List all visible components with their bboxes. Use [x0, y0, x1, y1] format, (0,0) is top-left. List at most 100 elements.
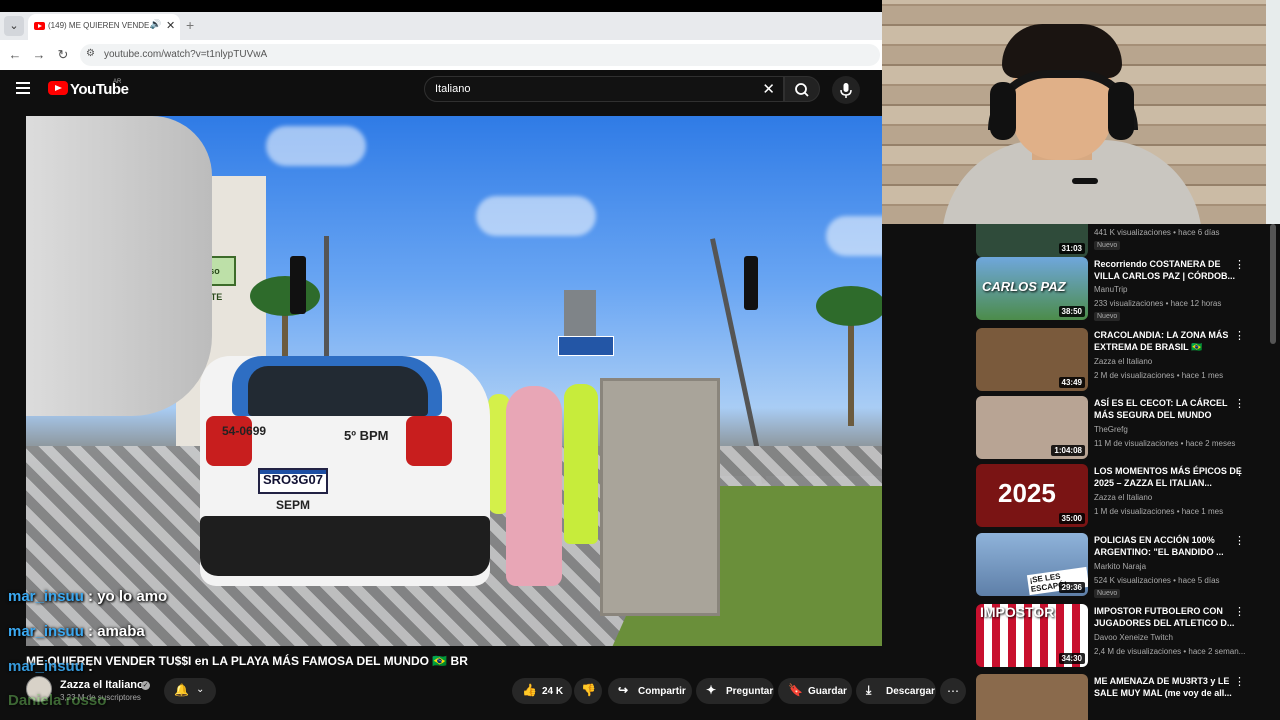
microphone-icon: [840, 83, 852, 98]
chat-message: Daniela rosso: [8, 692, 106, 709]
chat-username: mar_insuu: [8, 623, 84, 640]
clear-search-icon[interactable]: ✕: [762, 80, 775, 98]
url-text[interactable]: youtube.com/watch?v=t1nlypTUVwA: [104, 49, 267, 60]
kebab-menu-icon[interactable]: ⋮: [1234, 605, 1245, 618]
chat-text: :: [88, 658, 94, 675]
chat-message: mar_insuu :: [8, 658, 93, 675]
thumbnail-text: CARLOS PAZ: [982, 279, 1066, 294]
reload-icon[interactable]: ↻: [54, 46, 72, 64]
thumbnail-text: IMPOSTOR: [980, 604, 1055, 620]
site-info-icon[interactable]: ⚙: [86, 48, 95, 59]
sparkle-icon: ✦: [706, 683, 717, 697]
license-plate: SRO3G07: [258, 468, 328, 494]
hamburger-menu-icon[interactable]: [16, 82, 30, 94]
dislike-button[interactable]: 👎: [574, 678, 602, 704]
video-title[interactable]: CRACOLANDIA: LA ZONA MÁS EXTREMA DE BRAS…: [1094, 329, 1244, 353]
browser-tab-active[interactable]: (149) ME QUIEREN VENDE... 🔊 ✕: [28, 14, 180, 40]
chat-message: mar_insuu : yo lo amo: [8, 588, 167, 605]
thumbs-up-icon: 👍: [522, 683, 537, 697]
headset-earcup: [990, 82, 1016, 140]
car-id: 54-0699: [222, 424, 267, 438]
search-input[interactable]: Italiano ✕: [424, 76, 784, 102]
video-title[interactable]: LOS MOMENTOS MÁS ÉPICOS DE 2025 – ZAZZA …: [1094, 465, 1244, 489]
kebab-menu-icon[interactable]: ⋮: [1234, 534, 1245, 547]
search-query-text[interactable]: Italiano: [435, 83, 470, 95]
video-meta: 1 M de visualizaciones • hace 1 mes: [1094, 507, 1224, 516]
video-title[interactable]: ASÍ ES EL CECOT: LA CÁRCEL MÁS SEGURA DE…: [1094, 397, 1244, 421]
thumbnail[interactable]: [976, 674, 1088, 720]
kebab-menu-icon[interactable]: ⋮: [1234, 675, 1245, 688]
tab-strip: ⌄ (149) ME QUIEREN VENDE... 🔊 ✕ +: [0, 12, 882, 40]
ask-button[interactable]: ✦ Preguntar: [696, 678, 774, 704]
country-code: AR: [113, 79, 122, 85]
tab-search-menu-button[interactable]: ⌄: [4, 16, 24, 36]
channel-name[interactable]: ManuTrip: [1094, 285, 1128, 294]
kebab-menu-icon[interactable]: ⋮: [1234, 329, 1245, 342]
speaker-icon[interactable]: 🔊: [150, 19, 161, 30]
thumbnail[interactable]: 1:04:08: [976, 396, 1088, 459]
share-label: Compartir: [638, 686, 686, 697]
chevron-down-icon: ⌄: [196, 684, 205, 695]
channel-name[interactable]: TheGrefg: [1094, 425, 1128, 434]
channel-name[interactable]: Zazza el Italiano: [1094, 493, 1152, 502]
more-actions-button[interactable]: ⋯: [940, 678, 966, 704]
video-title[interactable]: IMPOSTOR FUTBOLERO CON JUGADORES DEL ATL…: [1094, 605, 1244, 629]
duration-badge: 1:04:08: [1051, 445, 1085, 456]
thumbnail[interactable]: CARLOS PAZ 38:50: [976, 257, 1088, 320]
forward-arrow-icon[interactable]: →: [30, 46, 48, 64]
traffic-light: [290, 256, 306, 314]
tab-close-icon[interactable]: ✕: [166, 19, 175, 32]
new-badge: Nuevo: [1094, 312, 1121, 321]
duration-badge: 43:49: [1058, 377, 1085, 388]
download-icon: ⤓: [866, 683, 872, 697]
police-car-bumper: [200, 516, 490, 576]
video-meta: 233 visualizaciones • hace 12 horas: [1094, 299, 1222, 308]
duration-badge: 29:36: [1058, 582, 1085, 593]
new-tab-button[interactable]: +: [186, 17, 194, 33]
bookmark-icon: 🔖: [788, 683, 803, 697]
search-button[interactable]: [784, 76, 820, 102]
woman: [506, 386, 562, 586]
chat-username: Daniela rosso: [8, 692, 107, 709]
omnibox[interactable]: ⚙ youtube.com/watch?v=t1nlypTUVwA: [80, 44, 880, 66]
save-button[interactable]: 🔖 Guardar: [778, 678, 852, 704]
kebab-menu-icon[interactable]: ⋮: [1234, 465, 1245, 478]
kebab-menu-icon[interactable]: ⋮: [1234, 397, 1245, 410]
download-label: Descargar: [886, 686, 935, 697]
channel-name[interactable]: Zazza el Italiano: [60, 679, 144, 691]
recommendations-sidebar: 31:03 441 K visualizaciones • hace 6 día…: [968, 224, 1280, 720]
taillight: [406, 416, 452, 466]
thumbnail[interactable]: 2025 35:00: [976, 464, 1088, 527]
back-arrow-icon[interactable]: ←: [6, 46, 24, 64]
bell-icon: 🔔: [174, 683, 189, 697]
channel-name[interactable]: Davoo Xeneize Twitch: [1094, 633, 1173, 642]
thumbnail[interactable]: 31:03: [976, 224, 1088, 257]
thumbnail[interactable]: 43:49: [976, 328, 1088, 391]
video-title[interactable]: ME AMENAZA DE MU3RT3 y LE SALE MUY MAL (…: [1094, 675, 1244, 699]
video-player[interactable]: Rosso MONTE 54-0699 5º BPM SRO3G07 SEPM: [26, 116, 882, 646]
sidebar-scrollbar[interactable]: [1270, 224, 1276, 344]
video-title[interactable]: Recorriendo COSTANERA DE VILLA CARLOS PA…: [1094, 258, 1244, 282]
plate-subtext: SEPM: [276, 498, 311, 512]
cloud: [826, 216, 882, 256]
thumbnail[interactable]: IMPOSTOR 34:30: [976, 604, 1088, 667]
share-icon: ↪: [618, 683, 629, 697]
subscription-bell-button[interactable]: 🔔 ⌄: [164, 678, 216, 704]
thumbs-down-icon: 👎: [581, 683, 596, 697]
chat-text: : amaba: [88, 623, 145, 640]
video-title[interactable]: POLICIAS EN ACCIÓN 100% ARGENTINO: "EL B…: [1094, 534, 1244, 558]
channel-name[interactable]: Markito Naraja: [1094, 562, 1146, 571]
voice-search-button[interactable]: [832, 76, 860, 104]
thumbnail[interactable]: ¡SE LES ESCAPÓ! 29:36: [976, 533, 1088, 596]
kebab-menu-icon[interactable]: ⋮: [1234, 258, 1245, 271]
chat-username: mar_insuu: [8, 658, 84, 675]
youtube-logo-icon[interactable]: [48, 81, 68, 95]
share-button[interactable]: ↪ Compartir: [608, 678, 692, 704]
channel-name[interactable]: Zazza el Italiano: [1094, 357, 1152, 366]
download-button[interactable]: ⤓ Descargar: [856, 678, 936, 704]
like-count: 24 K: [542, 686, 564, 697]
towel-foreground: [26, 116, 212, 416]
cloud: [266, 126, 366, 166]
like-button[interactable]: 👍 24 K: [512, 678, 572, 704]
chat-message: mar_insuu : amaba: [8, 623, 145, 640]
